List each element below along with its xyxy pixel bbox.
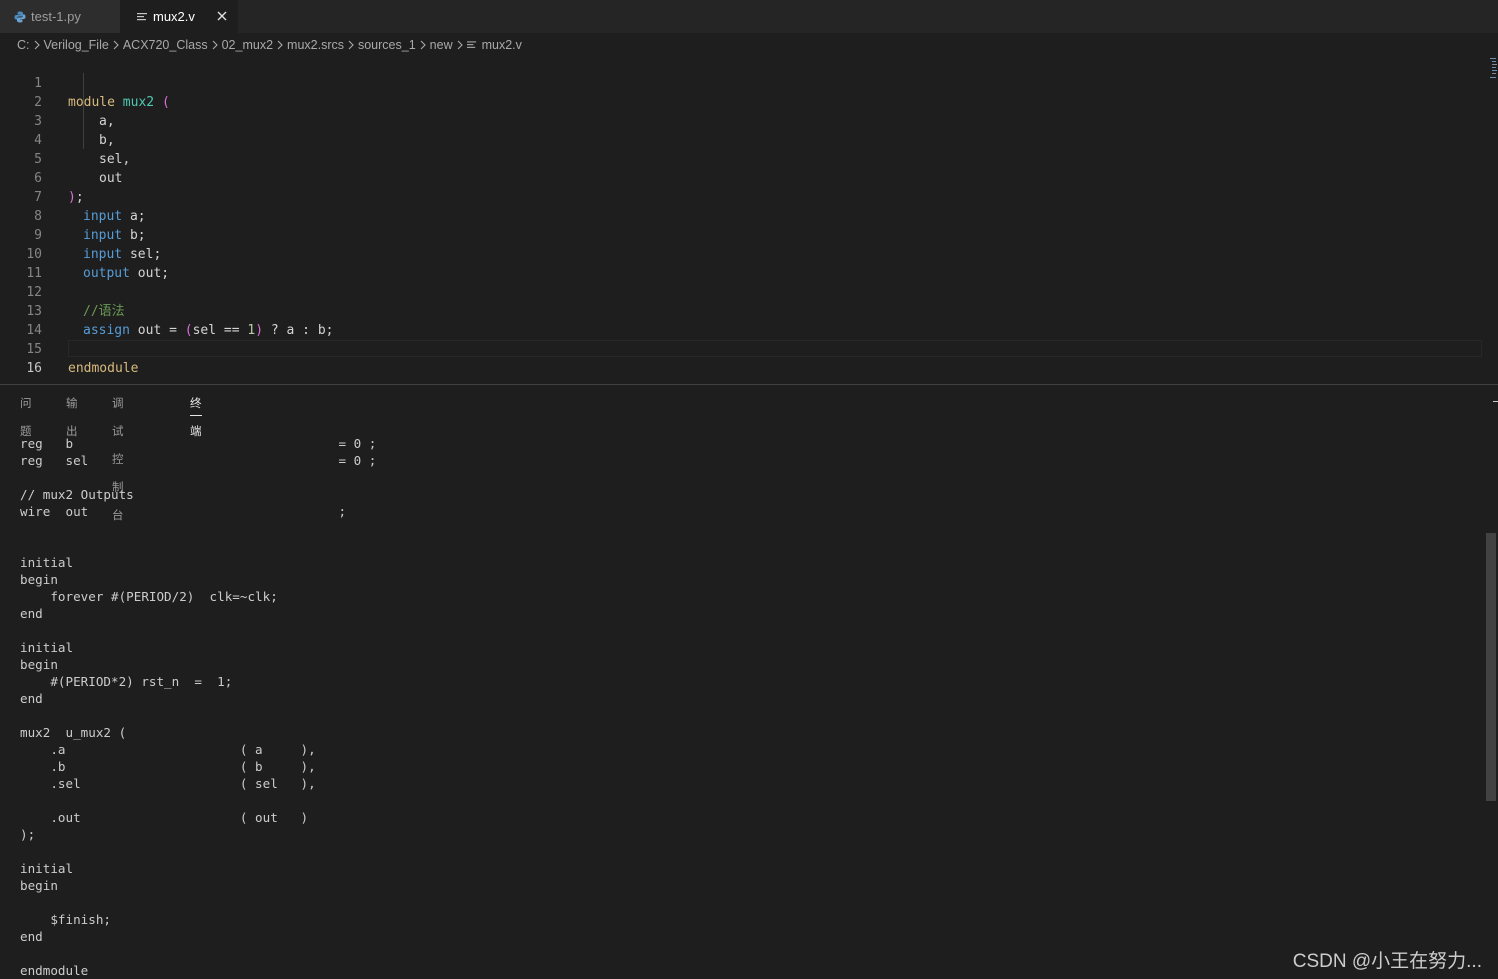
panel-more-icon[interactable] [1491,394,1498,408]
code-line[interactable]: 13 assign out = (sel == 1) ? a : b; [0,283,1490,338]
close-icon[interactable] [214,8,230,24]
tab-label: mux2.v [153,9,195,24]
code-editor[interactable]: 1 module mux2 ( 2 a, 3 b, 4 sel, 5 out 6… [0,54,1498,384]
file-lines-icon [466,40,477,50]
terminal-line: ); [20,827,36,842]
tab-problems[interactable]: 问题 [20,390,32,438]
terminal-scrollbar[interactable] [1486,533,1496,801]
breadcrumb-item[interactable]: mux2.v [482,38,522,52]
breadcrumb-item[interactable]: mux2.srcs [287,38,344,52]
code-line[interactable]: 3 b, [0,93,1490,148]
chevron-right-icon [113,40,119,50]
tab-test-1-py[interactable]: test-1.py [0,0,120,33]
code-line[interactable]: 15 endmodule [0,321,1490,376]
breadcrumb-item[interactable]: 02_mux2 [222,38,273,52]
code-line[interactable]: 9 input sel; [0,207,1490,262]
terminal-line: begin [20,878,58,893]
code-line[interactable]: 12 //语法 [0,264,1490,319]
chevron-right-icon [277,40,283,50]
tab-output[interactable]: 输出 [66,390,78,438]
code-line[interactable]: 8 input b; [0,188,1490,243]
code-line[interactable]: 7 input a; [0,169,1490,224]
watermark: CSDN @小王在努力... [1292,951,1482,972]
minimap[interactable] [1490,58,1498,82]
code-line[interactable]: 2 a, [0,74,1490,129]
code-line[interactable]: 1 module mux2 ( [0,55,1490,110]
breadcrumb-item[interactable]: C: [17,38,30,52]
breadcrumb-item[interactable]: ACX720_Class [123,38,208,52]
file-lines-icon [137,12,148,22]
terminal-line: end [20,929,43,944]
terminal-line: .b ( b ), [20,759,316,774]
python-icon [14,11,26,23]
terminal-line: .sel ( sel ), [20,776,316,791]
terminal-line: forever #(PERIOD/2) clk=~clk; [20,589,278,604]
terminal-line: end [20,691,43,706]
code-line[interactable]: 5 out [0,131,1490,186]
terminal-line: reg sel = 0 ; [20,453,377,468]
terminal-line: begin [20,572,58,587]
tab-debug-console[interactable]: 调试控制台 [112,390,124,522]
code-line[interactable]: 4 sel, [0,112,1490,167]
terminal-line: .a ( a ), [20,742,316,757]
chevron-right-icon [34,40,40,50]
code-line[interactable]: 6 ); [0,150,1490,205]
terminal-line: $finish; [20,912,111,927]
editor-tab-bar: test-1.py mux2.v [0,0,1498,33]
breadcrumb-item[interactable]: Verilog_File [44,38,109,52]
terminal-line: #(PERIOD*2) rst_n = 1; [20,674,233,689]
chevron-right-icon [457,40,463,50]
terminal-line: initial [20,640,74,655]
chevron-right-icon [420,40,426,50]
code-line[interactable]: 11 [0,245,1490,281]
terminal-line: reg b = 0 ; [20,436,377,451]
code-line[interactable]: 14 [0,302,1490,338]
code-line[interactable]: 10 output out; [0,226,1490,281]
terminal-line: wire out ; [20,504,347,519]
chevron-right-icon [348,40,354,50]
tab-mux2-v[interactable]: mux2.v [120,0,238,33]
panel-divider[interactable] [0,384,1498,385]
breadcrumb-item[interactable]: new [430,38,453,52]
terminal-line: begin [20,657,58,672]
terminal-line: initial [20,555,74,570]
terminal-line: initial [20,861,74,876]
tab-label: test-1.py [31,9,81,24]
terminal-line: end [20,606,43,621]
terminal-line: mux2 u_mux2 ( [20,725,127,740]
terminal-line: .out ( out ) [20,810,309,825]
terminal-line: endmodule [20,963,89,978]
tab-terminal[interactable]: 终端 [190,390,202,438]
breadcrumb: C: Verilog_File ACX720_Class 02_mux2 mux… [17,34,522,56]
line-number: 16 [26,361,42,376]
code-line[interactable]: 16 [0,340,1490,376]
terminal-line: // mux2 Outputs [20,487,134,502]
chevron-right-icon [212,40,218,50]
code-token: endmodule [68,361,139,376]
breadcrumb-item[interactable]: sources_1 [358,38,416,52]
